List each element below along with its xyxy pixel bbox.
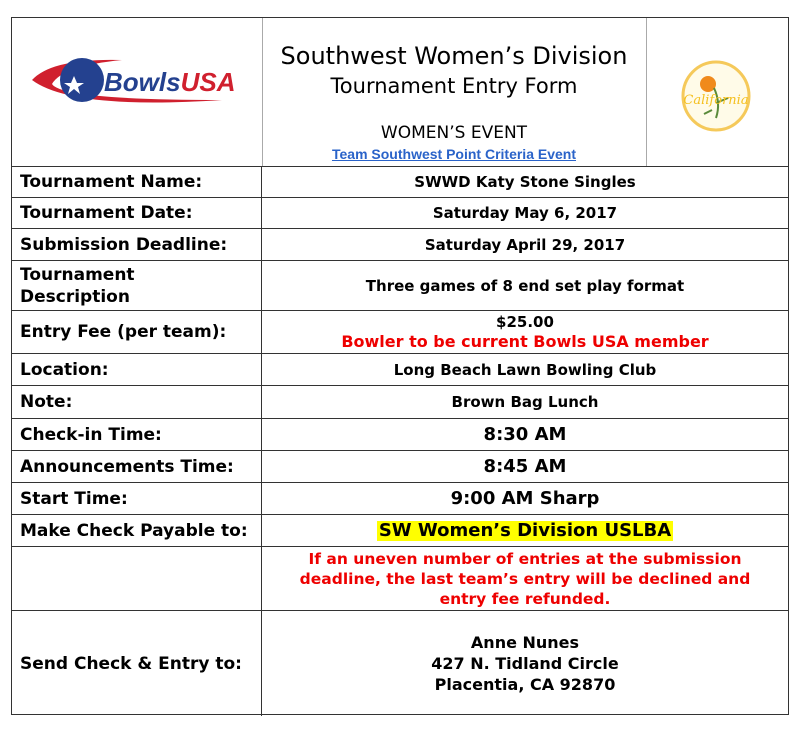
- row-send-to: Send Check & Entry to: Anne Nunes 427 N. T…: [12, 611, 788, 716]
- label: Tournament Description: [12, 261, 262, 310]
- label: Submission Deadline:: [12, 229, 262, 260]
- label: Entry Fee (per team):: [12, 311, 262, 353]
- row-start-time: Start Time: 9:00 AM Sharp: [12, 483, 788, 515]
- value: Brown Bag Lunch: [451, 393, 599, 411]
- recipient-name: Anne Nunes: [470, 633, 580, 652]
- city-state-zip: Placentia, CA 92870: [434, 675, 616, 694]
- value: 8:30 AM: [483, 423, 567, 445]
- value: SWWD Katy Stone Singles: [414, 172, 636, 191]
- label: Start Time:: [12, 483, 262, 514]
- payee: SW Women’s Division USLBA: [376, 519, 674, 541]
- criteria-link[interactable]: Team Southwest Point Criteria Event: [262, 146, 646, 162]
- row-location: Location: Long Beach Lawn Bowling Club: [12, 354, 788, 386]
- title-cell: Southwest Women’s Division Tournament En…: [262, 18, 647, 166]
- label: Tournament Name:: [12, 166, 262, 197]
- label: Make Check Payable to:: [12, 515, 262, 546]
- form-title: Southwest Women’s Division: [280, 42, 628, 70]
- row-announcements: Announcements Time: 8:45 AM: [12, 451, 788, 483]
- row-uneven-entries: If an uneven number of entries at the su…: [12, 547, 788, 611]
- value: Long Beach Lawn Bowling Club: [393, 360, 657, 379]
- row-tournament-date: Tournament Date: Saturday May 6, 2017: [12, 198, 788, 229]
- value: Saturday May 6, 2017: [432, 204, 618, 222]
- row-payable-to: Make Check Payable to: SW Women’s Divisio…: [12, 515, 788, 547]
- membership-note: Bowler to be current Bowls USA member: [341, 332, 709, 351]
- entry-form: BowlsUSA Southwest Women’s Division Tour…: [11, 17, 789, 716]
- value: $25.00: [496, 313, 554, 331]
- bowls-usa-logo: BowlsUSA: [32, 58, 235, 103]
- value: 9:00 AM Sharp: [450, 487, 600, 509]
- row-note: Note: Brown Bag Lunch: [12, 386, 788, 419]
- label: Check-in Time:: [12, 419, 262, 450]
- swd-logo-cell: California: [646, 18, 788, 166]
- bowls-usa-logo-cell: BowlsUSA: [12, 18, 263, 166]
- row-description: Tournament Description Three games of 8 e…: [12, 261, 788, 311]
- svg-text:California: California: [683, 93, 748, 108]
- label: Tournament Date:: [12, 198, 262, 228]
- label: [12, 547, 262, 610]
- row-entry-fee: Entry Fee (per team): $25.00 Bowler to be …: [12, 311, 788, 354]
- value: Three games of 8 end set play format: [365, 276, 685, 295]
- label: Announcements Time:: [12, 451, 262, 482]
- warning-text: If an uneven number of entries at the su…: [299, 549, 751, 608]
- value: Saturday April 29, 2017: [424, 235, 626, 254]
- row-submission-deadline: Submission Deadline: Saturday April 29, 2…: [12, 229, 788, 261]
- event-type: WOMEN’S EVENT: [380, 123, 528, 143]
- label: Send Check & Entry to:: [12, 611, 262, 716]
- label: Location:: [12, 354, 262, 385]
- row-tournament-name: Tournament Name: SWWD Katy Stone Singles: [12, 166, 788, 198]
- form-subtitle: Tournament Entry Form: [330, 74, 578, 98]
- value: 8:45 AM: [483, 455, 567, 477]
- form-header: BowlsUSA Southwest Women’s Division Tour…: [12, 18, 788, 167]
- swd-california-logo: California: [681, 60, 751, 132]
- svg-text:BowlsUSA: BowlsUSA: [104, 67, 235, 97]
- label: Note:: [12, 386, 262, 418]
- street-address: 427 N. Tidland Circle: [431, 654, 619, 673]
- row-check-in: Check-in Time: 8:30 AM: [12, 419, 788, 451]
